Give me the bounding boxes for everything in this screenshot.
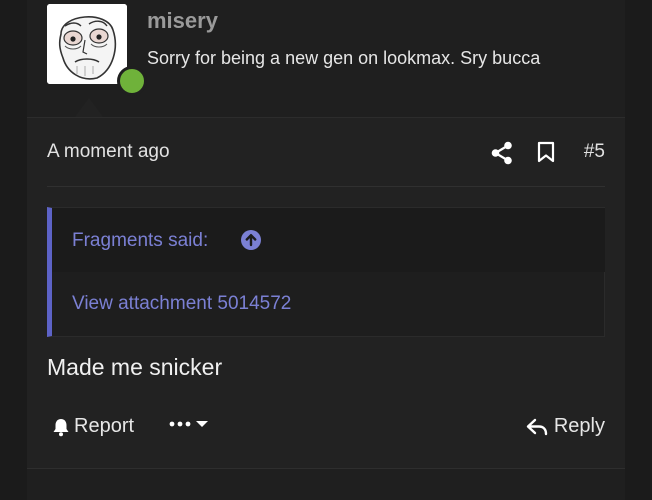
avatar[interactable] bbox=[47, 4, 147, 96]
report-label: Report bbox=[74, 415, 135, 437]
user-block-notch bbox=[75, 98, 103, 117]
page: misery Sorry for being a new gen on look… bbox=[0, 0, 652, 500]
post-timestamp[interactable]: A moment ago bbox=[47, 141, 170, 163]
post-meta: A moment ago #5 bbox=[47, 140, 605, 166]
user-title: Sorry for being a new gen on lookmax. Sr… bbox=[147, 48, 541, 68]
arrow-up-circle-icon[interactable] bbox=[240, 229, 262, 256]
user-block: misery Sorry for being a new gen on look… bbox=[27, 0, 625, 118]
username[interactable]: misery bbox=[147, 8, 218, 34]
quote-header: Fragments said: bbox=[52, 208, 605, 272]
post-actions: Report Reply bbox=[47, 413, 605, 443]
post-card: misery Sorry for being a new gen on look… bbox=[27, 0, 625, 500]
ellipsis-icon bbox=[169, 421, 191, 427]
attachment-link[interactable]: View attachment 5014572 bbox=[72, 293, 291, 315]
online-status-indicator bbox=[117, 66, 147, 96]
report-button[interactable]: Report bbox=[51, 415, 134, 438]
next-post-area bbox=[27, 469, 625, 500]
post-number-link[interactable]: #5 bbox=[584, 141, 605, 163]
reply-button[interactable]: Reply bbox=[526, 415, 605, 438]
reply-label: Reply bbox=[553, 415, 605, 437]
divider bbox=[47, 186, 605, 187]
bell-icon bbox=[53, 418, 69, 436]
share-icon[interactable] bbox=[491, 141, 513, 170]
quote-block: Fragments said: View attachment 5014572 bbox=[47, 207, 605, 337]
post-message: Made me snicker bbox=[47, 354, 223, 380]
bookmark-icon[interactable] bbox=[537, 141, 555, 168]
more-options-button[interactable] bbox=[169, 419, 209, 429]
meme-face-icon bbox=[47, 4, 127, 84]
quote-author-link[interactable]: Fragments said: bbox=[72, 230, 208, 252]
caret-down-icon bbox=[196, 421, 208, 427]
reply-arrow-icon bbox=[526, 418, 548, 435]
